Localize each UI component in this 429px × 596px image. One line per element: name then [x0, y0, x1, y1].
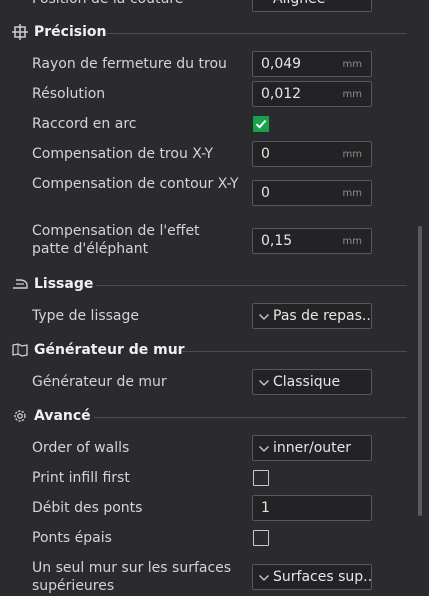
seam-position-value: Alignée [273, 0, 371, 8]
xy-contour-compensation-input[interactable]: 0 mm [252, 180, 372, 206]
section-ironing-title: Lissage [34, 276, 94, 292]
xy-hole-compensation-value: 0 [261, 146, 270, 162]
xy-contour-compensation-value: 0 [261, 185, 270, 201]
crosshair-icon [12, 24, 28, 40]
wall-generator-label: Générateur de mur [32, 374, 167, 390]
only-one-wall-top-label: Un seul mur sur les surfaces supérieures [32, 560, 232, 594]
section-divider [94, 417, 407, 418]
print-infill-first-label: Print infill first [32, 470, 130, 486]
section-divider [96, 285, 407, 286]
unit-mm: mm [342, 59, 362, 70]
resolution-value: 0,012 [261, 86, 302, 102]
chevron-down-icon [259, 314, 269, 320]
xy-hole-compensation-input[interactable]: 0 mm [252, 141, 372, 167]
elephant-foot-compensation-label: Compensation de l'effet patte d'éléphant [32, 223, 200, 257]
section-wall-generator-title: Générateur de mur [34, 342, 185, 358]
bridge-flow-value: 1 [261, 500, 270, 516]
unit-mm: mm [342, 149, 362, 160]
resolution-input[interactable]: 0,012 mm [252, 81, 372, 107]
section-divider [182, 351, 407, 352]
gear-icon [14, 410, 26, 422]
chevron-down-icon [259, 446, 269, 452]
seam-position-combo[interactable]: Alignée [252, 0, 372, 12]
order-of-walls-value: inner/outer [273, 440, 352, 456]
xy-contour-compensation-label: Compensation de contour X-Y [32, 176, 239, 192]
print-infill-first-checkbox[interactable] [253, 470, 269, 486]
unit-mm: mm [342, 89, 362, 100]
resolution-label: Résolution [32, 86, 106, 102]
chevron-down-icon [259, 380, 269, 386]
unit-mm: mm [342, 188, 362, 199]
checkmark-icon [255, 119, 267, 129]
section-precision-title: Précision [34, 24, 107, 40]
order-of-walls-label: Order of walls [32, 440, 130, 456]
section-advanced-title: Avancé [34, 408, 91, 424]
hole-closing-radius-label: Rayon de fermeture du trou [32, 56, 227, 72]
seam-position-label: Position de la couture [32, 0, 183, 8]
only-one-wall-top-value: Surfaces sup... [273, 569, 371, 585]
order-of-walls-combo[interactable]: inner/outer [252, 435, 372, 461]
vertical-scrollbar[interactable] [418, 226, 422, 516]
arc-fitting-checkbox[interactable] [253, 116, 269, 132]
elephant-foot-compensation-input[interactable]: 0,15 mm [252, 228, 372, 254]
thick-bridges-checkbox[interactable] [253, 530, 269, 546]
unit-mm: mm [342, 236, 362, 247]
bridge-flow-label: Débit des ponts [32, 500, 143, 516]
wall-generator-icon [12, 343, 28, 357]
bridge-flow-input[interactable]: 1 [252, 495, 372, 521]
chevron-down-icon [259, 575, 269, 581]
ironing-type-label: Type de lissage [32, 308, 140, 324]
only-one-wall-top-combo[interactable]: Surfaces sup... [252, 564, 372, 590]
arc-fitting-label: Raccord en arc [32, 116, 137, 132]
hole-closing-radius-input[interactable]: 0,049 mm [252, 51, 372, 77]
ironing-type-combo[interactable]: Pas de repas... [252, 303, 372, 329]
elephant-foot-compensation-value: 0,15 [261, 233, 293, 249]
xy-hole-compensation-label: Compensation de trou X-Y [32, 146, 214, 162]
wall-generator-value: Classique [273, 374, 341, 390]
iron-icon [13, 279, 28, 289]
wall-generator-combo[interactable]: Classique [252, 369, 372, 395]
ironing-type-value: Pas de repas... [273, 308, 371, 324]
hole-closing-radius-value: 0,049 [261, 56, 302, 72]
thick-bridges-label: Ponts épais [32, 530, 112, 546]
section-divider [106, 33, 407, 34]
